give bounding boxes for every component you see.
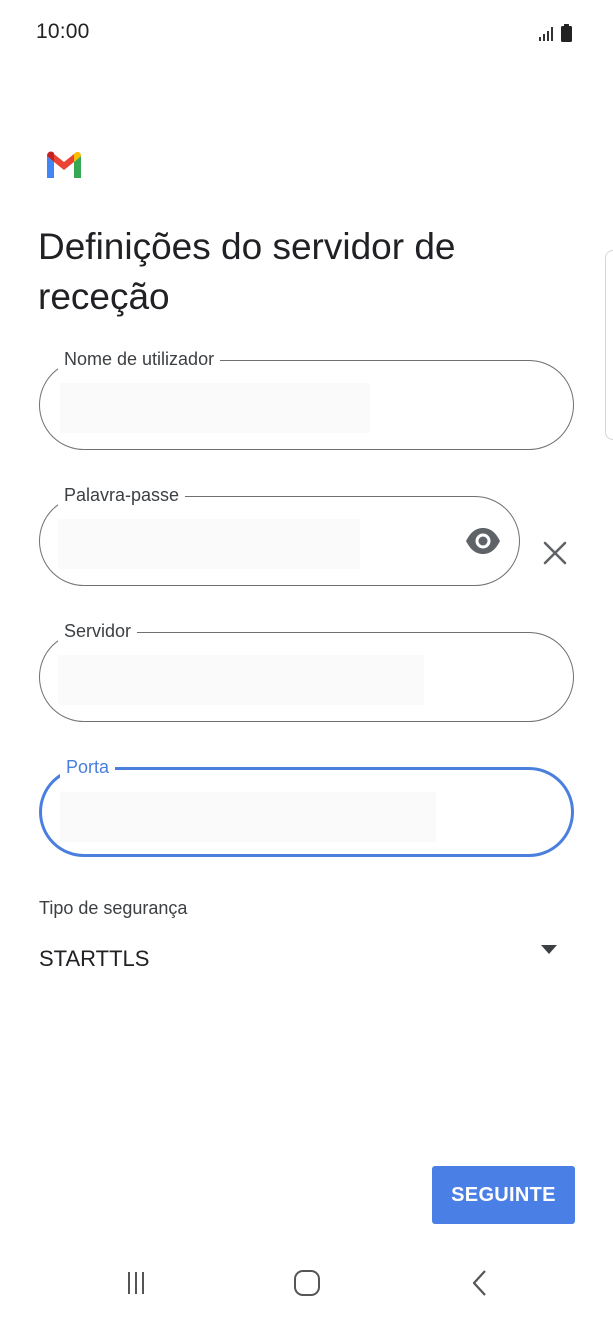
dropdown-arrow-icon — [541, 945, 557, 954]
server-field[interactable]: Servidor — [39, 620, 574, 722]
server-label: Servidor — [58, 620, 138, 642]
gmail-logo-icon — [45, 150, 83, 180]
status-time: 10:00 — [36, 20, 90, 43]
status-bar: 10:00 — [0, 0, 613, 64]
home-icon[interactable] — [277, 1268, 337, 1312]
eye-icon[interactable] — [465, 527, 501, 555]
navigation-bar — [0, 1250, 613, 1330]
close-icon[interactable] — [539, 537, 571, 569]
password-field[interactable]: Palavra-passe — [39, 484, 520, 586]
security-type-value: STARTTLS — [39, 946, 150, 971]
recent-apps-icon[interactable] — [106, 1268, 166, 1312]
server-input[interactable] — [58, 655, 424, 705]
password-label: Palavra-passe — [58, 484, 186, 506]
battery-icon — [561, 24, 572, 42]
next-button[interactable]: SEGUINTE — [432, 1166, 575, 1224]
signal-icon — [539, 24, 572, 42]
security-type-dropdown[interactable]: STARTTLS — [39, 935, 569, 985]
port-label: Porta — [60, 756, 116, 778]
password-input[interactable] — [58, 519, 360, 569]
port-input[interactable] — [60, 792, 436, 842]
port-field[interactable]: Porta — [39, 756, 574, 857]
page-title: Definições do servidor de receção — [38, 226, 456, 317]
security-type-label: Tipo de segurança — [39, 898, 188, 918]
scroll-indicator — [605, 250, 613, 440]
username-field[interactable]: Nome de utilizador — [39, 348, 574, 450]
back-icon[interactable] — [450, 1268, 510, 1312]
username-input[interactable] — [60, 383, 370, 433]
status-icons — [535, 22, 579, 44]
username-label: Nome de utilizador — [58, 348, 221, 370]
